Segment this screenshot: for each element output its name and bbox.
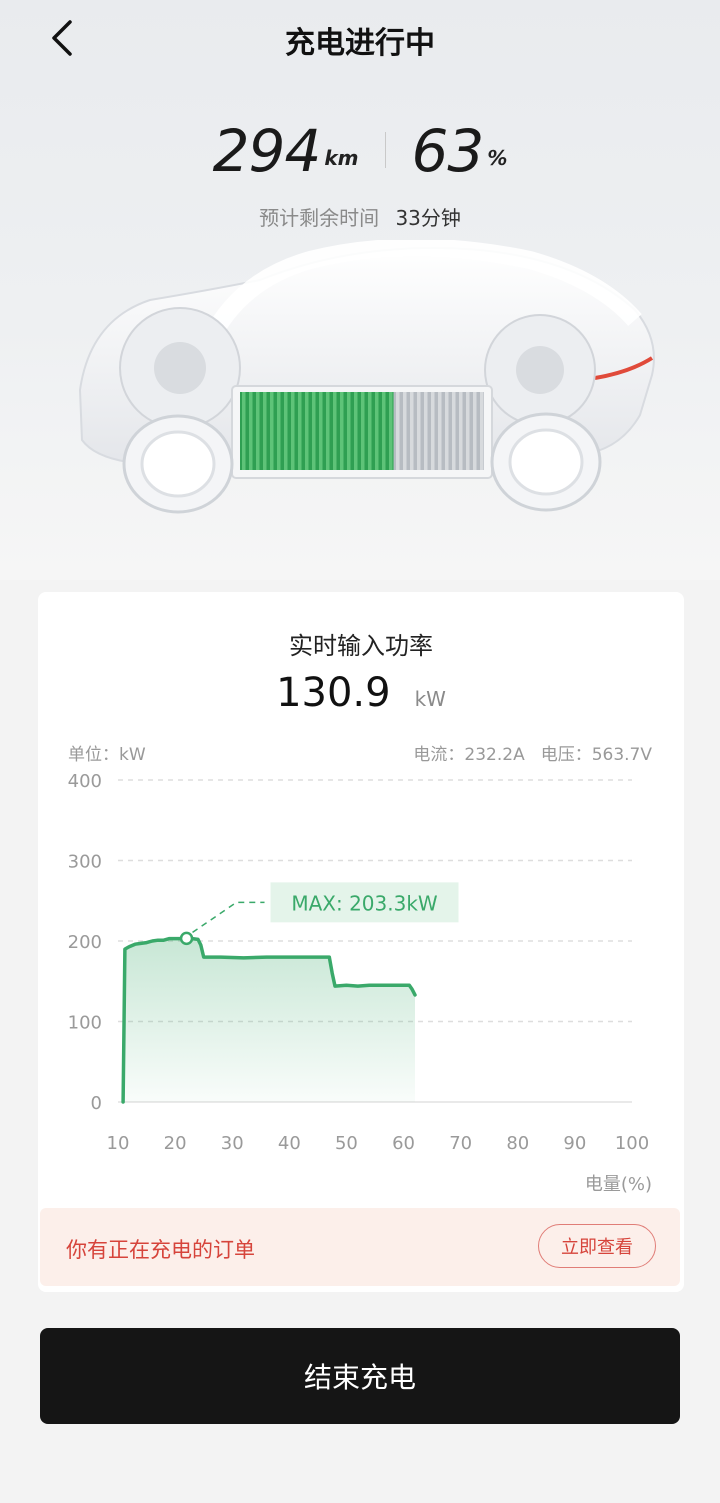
battery-unit: %: [487, 146, 508, 170]
remaining-time-value: 33分钟: [395, 206, 461, 230]
x-tick-label: 70: [449, 1133, 472, 1154]
y-tick-label: 200: [68, 932, 102, 953]
order-notice: 你有正在充电的订单 立即查看: [40, 1208, 680, 1286]
power-value: 130.9: [276, 670, 391, 716]
range-unit: km: [324, 146, 359, 170]
notice-text: 你有正在充电的订单: [66, 1238, 255, 1262]
power-card-title: 实时输入功率: [289, 632, 433, 660]
x-tick-label: 20: [164, 1133, 187, 1154]
power-card: 实时输入功率 130.9 kW 单位：kW 电流：232.2A 电压：563.7V…: [38, 592, 684, 1292]
max-point-marker: [179, 931, 194, 946]
page-title: 充电进行中: [285, 26, 435, 61]
battery-percent: 63: [411, 117, 485, 185]
x-tick-label: 80: [506, 1133, 529, 1154]
x-tick-label: 50: [335, 1133, 358, 1154]
range-value: 294: [212, 117, 322, 185]
x-tick-label: 40: [278, 1133, 301, 1154]
top-bar: 充电进行中: [0, 0, 720, 80]
remaining-time-label: 预计剩余时间: [259, 206, 380, 230]
y-tick-label: 100: [68, 1013, 102, 1034]
rear-wheel: [490, 412, 602, 512]
x-tick-label: 60: [392, 1133, 415, 1154]
power-unit: kW: [414, 687, 446, 711]
view-now-button[interactable]: 立即查看: [538, 1224, 656, 1268]
car-battery-graphic: [78, 238, 655, 514]
x-tick-label: 90: [563, 1133, 586, 1154]
y-tick-label: 0: [91, 1093, 102, 1114]
charge-stats: 294 km 63 %: [0, 108, 720, 188]
car-illustration: [60, 238, 670, 530]
x-tick-label: 100: [615, 1133, 649, 1154]
max-leader-line: [192, 901, 265, 933]
x-tick-label: 30: [221, 1133, 244, 1154]
front-wheel: [122, 414, 234, 514]
y-tick-label: 400: [68, 771, 102, 792]
power-readout: 130.9 kW: [38, 670, 684, 716]
battery-charged-portion: [240, 392, 394, 470]
max-annotation-text: MAX: 203.3kW: [291, 891, 438, 915]
battery-empty-portion: [393, 392, 484, 470]
y-tick-label: 300: [68, 852, 102, 873]
remaining-time: 预计剩余时间 33分钟: [0, 202, 720, 231]
x-tick-label: 10: [107, 1133, 130, 1154]
power-area: [123, 938, 415, 1102]
x-axis-label: 电量(%): [585, 1174, 652, 1195]
stats-divider: [384, 132, 386, 168]
power-chart: 0 100 200 300 400 10 20 30 40 50 60 70 80 90 100 电量(%) M…: [68, 771, 652, 1195]
end-charging-button[interactable]: 结束充电: [40, 1328, 680, 1424]
